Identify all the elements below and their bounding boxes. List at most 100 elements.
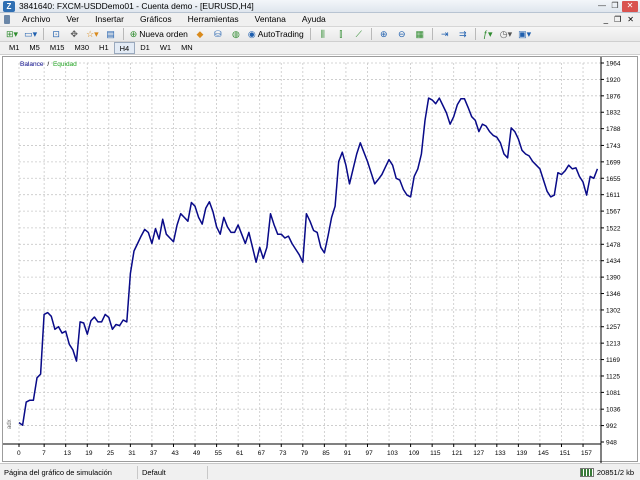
period-h4[interactable]: H4 (113, 42, 136, 54)
zoom-out-icon[interactable]: ⊖ (394, 27, 410, 41)
autotrading-button[interactable]: ◉ AutoTrading (246, 27, 306, 41)
balance-chart[interactable]: 9489921036108111251169121312571302134613… (3, 57, 639, 463)
period-m1[interactable]: M1 (4, 42, 24, 54)
autoscroll-icon[interactable]: ⇉ (455, 27, 471, 41)
new-chart-icon[interactable]: ⊞▾ (4, 27, 20, 41)
x-tick-label: 67 (258, 450, 266, 457)
chart-shift-icon[interactable]: ⇥ (437, 27, 453, 41)
chart-grid (18, 62, 601, 444)
y-tick-label: 1125 (606, 373, 620, 380)
market-icon[interactable]: ◍ (228, 27, 244, 41)
menu-graficos[interactable]: Gráficos (132, 13, 180, 26)
x-tick-label: 115 (430, 450, 441, 457)
market-watch-icon[interactable]: ⊡ (48, 27, 64, 41)
menu-ayuda[interactable]: Ayuda (294, 13, 334, 26)
window-controls: — ❐ ✕ (596, 1, 638, 12)
navigator-icon[interactable]: ☆▾ (84, 27, 101, 41)
timeframes-toolbar: M1 M5 M15 M30 H1 H4 D1 W1 MN (0, 42, 640, 55)
chart-window[interactable]: 948 992 1036 1081 1125 1169 1213 1257 1302 1346 13… (2, 56, 639, 463)
x-tick-label: 19 (85, 450, 93, 457)
toolbar-separator (122, 28, 124, 40)
child-close-button[interactable]: ✕ (627, 15, 634, 24)
period-w1[interactable]: W1 (155, 42, 176, 54)
status-spacer (208, 466, 580, 479)
y-tick-label: 1434 (606, 258, 621, 265)
toolbar-separator (43, 28, 45, 40)
signals-icon[interactable]: ⛁ (210, 27, 226, 41)
x-tick-label: 55 (215, 450, 223, 457)
period-m5[interactable]: M5 (24, 42, 44, 54)
terminal-icon[interactable]: ▤ (103, 27, 119, 41)
y-tick-label: 1169 (606, 357, 620, 364)
status-text: Página del gráfico de simulación (0, 465, 138, 479)
x-tick-label: 7 (42, 450, 46, 457)
line-chart-icon[interactable]: ⟋ (351, 27, 367, 41)
period-d1[interactable]: D1 (135, 42, 155, 54)
zoom-in-icon[interactable]: ⊕ (376, 27, 392, 41)
child-minimize-button[interactable]: _ (604, 15, 608, 24)
y-tick-label: 1655 (606, 176, 621, 183)
x-tick-label: 25 (107, 450, 115, 457)
x-tick-label: 73 (279, 450, 287, 457)
period-m15[interactable]: M15 (45, 42, 70, 54)
y-tick-label: 1964 (606, 61, 621, 68)
minimize-button[interactable]: — (596, 1, 608, 12)
x-tick-label: 37 (150, 450, 158, 457)
metaeditor-icon[interactable]: ◆ (192, 27, 208, 41)
x-tick-label: 109 (409, 450, 420, 457)
close-button[interactable]: ✕ (622, 1, 638, 12)
connection-status[interactable]: 20851/2 kb (579, 467, 640, 477)
menu-herramientas[interactable]: Herramientas (180, 13, 247, 26)
x-tick-label: 85 (322, 450, 330, 457)
templates-icon[interactable]: ▣▾ (516, 27, 533, 41)
menu-ventana[interactable]: Ventana (247, 13, 294, 26)
period-mn[interactable]: MN (176, 42, 198, 54)
y-tick-label: 1081 (606, 390, 621, 397)
y-tick-label: 1743 (606, 143, 621, 150)
chart-window-icon[interactable] (0, 13, 14, 26)
x-tick-label: 91 (344, 450, 352, 457)
menu-ver[interactable]: Ver (58, 13, 87, 26)
menu-archivo[interactable]: Archivo (14, 13, 58, 26)
app-icon: Z (3, 1, 15, 12)
period-m30[interactable]: M30 (69, 42, 94, 54)
window-title: 3841640: FXCM-USDDemo01 - Cuenta demo - … (19, 1, 254, 11)
child-restore-button[interactable]: ❐ (614, 15, 621, 24)
x-tick-label: 127 (473, 450, 484, 457)
crosshair-icon[interactable]: ✥ (66, 27, 82, 41)
chart-legend: Balance / Equidad (20, 61, 77, 68)
new-order-icon: ⊕ (129, 29, 138, 39)
y-tick-label: 992 (606, 423, 617, 430)
x-tick-label: 49 (193, 450, 201, 457)
title-bar: Z 3841640: FXCM-USDDemo01 - Cuenta demo … (0, 0, 640, 13)
chart-vertical-label: adx (7, 419, 13, 429)
tile-windows-icon[interactable]: ▦ (412, 27, 428, 41)
indicators-icon[interactable]: ƒ▾ (480, 27, 496, 41)
x-tick-label: 121 (452, 450, 463, 457)
x-tick-label: 103 (387, 450, 398, 457)
y-tick-label: 1257 (606, 324, 621, 331)
period-h1[interactable]: H1 (94, 42, 114, 54)
new-order-label: Nueva orden (139, 29, 188, 39)
main-toolbar: ⊞▾ ▭▾ ⊡ ✥ ☆▾ ▤ ⊕ Nueva orden ◆ ⛁ ◍ ◉ Aut… (0, 26, 640, 42)
periods-icon[interactable]: ◷▾ (498, 27, 514, 41)
menu-bar: Archivo Ver Insertar Gráficos Herramient… (0, 13, 640, 26)
connection-traffic: 20851/2 kb (596, 467, 634, 477)
y-tick-label: 1213 (606, 341, 621, 348)
candlestick-icon[interactable]: ⫿ (333, 27, 349, 41)
y-tick-label: 1611 (606, 192, 620, 199)
y-tick-label: 1788 (606, 126, 621, 133)
y-tick-label: 1876 (606, 93, 621, 100)
maximize-button[interactable]: ❐ (609, 1, 621, 12)
status-bar: Página del gráfico de simulación Default… (0, 463, 640, 480)
profiles-icon[interactable]: ▭▾ (22, 27, 39, 41)
bar-chart-icon[interactable]: ⫼ (315, 27, 331, 41)
legend-equity: Equidad (53, 61, 77, 68)
toolbar-separator (474, 28, 476, 40)
y-tick-label: 1832 (606, 110, 621, 117)
y-tick-label: 1302 (606, 307, 621, 314)
menu-insertar[interactable]: Insertar (87, 13, 132, 26)
y-tick-label: 1390 (606, 275, 621, 282)
x-tick-label: 97 (365, 450, 373, 457)
new-order-button[interactable]: ⊕ Nueva orden (128, 27, 190, 41)
